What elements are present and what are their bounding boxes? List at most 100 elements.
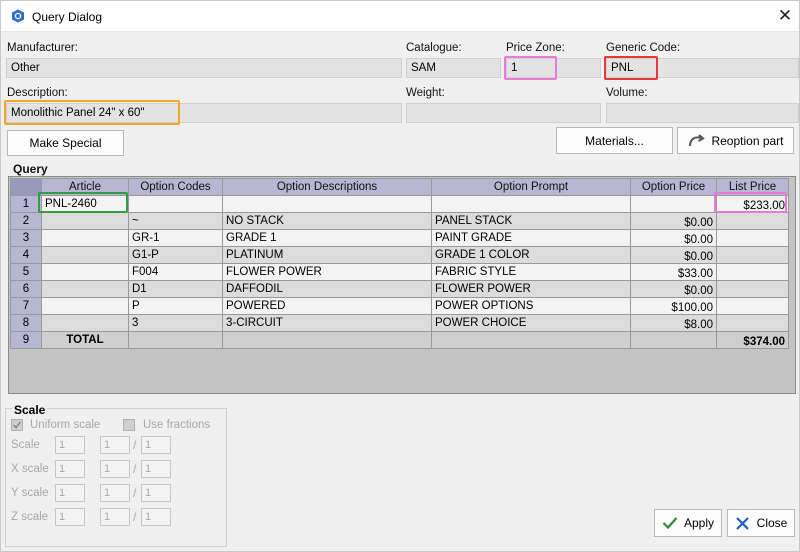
z-scale-input[interactable]: 1 xyxy=(55,508,85,526)
option-price-cell[interactable]: $8.00 xyxy=(630,314,717,332)
table-row[interactable]: 8 3 3-CIRCUIT POWER CHOICE $8.00 xyxy=(10,314,789,332)
price-zone-field[interactable]: 1 xyxy=(506,58,601,78)
y-scale-numerator-input[interactable]: 1 xyxy=(100,484,130,502)
scale-numerator-input[interactable]: 1 xyxy=(100,436,130,454)
col-header-list-price[interactable]: List Price xyxy=(716,178,789,196)
list-price-cell[interactable] xyxy=(716,280,789,298)
total-row: 9 TOTAL $374.00 xyxy=(10,331,789,349)
manufacturer-field[interactable]: Other xyxy=(6,58,402,78)
x-scale-numerator-input[interactable]: 1 xyxy=(100,460,130,478)
option-code-cell[interactable]: G1-P xyxy=(128,246,223,264)
article-cell[interactable]: PNL-2460 xyxy=(41,195,129,213)
option-prompt-cell[interactable]: FABRIC STYLE xyxy=(431,263,631,281)
article-cell[interactable] xyxy=(41,246,129,264)
make-special-button[interactable]: Make Special xyxy=(7,130,124,156)
x-scale-input[interactable]: 1 xyxy=(55,460,85,478)
article-cell[interactable] xyxy=(41,263,129,281)
option-price-cell[interactable] xyxy=(630,195,717,213)
uniform-scale-checkbox[interactable] xyxy=(11,419,23,431)
scale-denominator-input[interactable]: 1 xyxy=(141,436,171,454)
table-row[interactable]: 6 D1 DAFFODIL FLOWER POWER $0.00 xyxy=(10,280,789,298)
article-cell[interactable] xyxy=(41,280,129,298)
article-cell[interactable] xyxy=(41,314,129,332)
option-description-cell[interactable] xyxy=(222,195,432,213)
generic-code-field[interactable]: PNL xyxy=(606,58,799,78)
col-header-option-price[interactable]: Option Price xyxy=(630,178,717,196)
option-description-cell[interactable]: NO STACK xyxy=(222,212,432,230)
table-row[interactable]: 5 F004 FLOWER POWER FABRIC STYLE $33.00 xyxy=(10,263,789,281)
option-prompt-cell[interactable]: PAINT GRADE xyxy=(431,229,631,247)
option-description-cell[interactable]: PLATINUM xyxy=(222,246,432,264)
close-label: Close xyxy=(756,516,788,530)
col-header-option-prompt[interactable]: Option Prompt xyxy=(431,178,631,196)
list-price-cell[interactable]: $233.00 xyxy=(716,195,789,213)
price-zone-label: Price Zone: xyxy=(506,42,565,54)
option-prompt-cell[interactable]: POWER CHOICE xyxy=(431,314,631,332)
col-header-option-descriptions[interactable]: Option Descriptions xyxy=(222,178,432,196)
option-price-cell[interactable]: $0.00 xyxy=(630,229,717,247)
option-prompt-cell[interactable]: POWER OPTIONS xyxy=(431,297,631,315)
total-empty-cell xyxy=(630,331,717,349)
article-cell[interactable] xyxy=(41,297,129,315)
option-price-cell[interactable]: $0.00 xyxy=(630,246,717,264)
option-prompt-cell[interactable] xyxy=(431,195,631,213)
option-code-cell[interactable] xyxy=(128,195,223,213)
catalogue-field[interactable]: SAM xyxy=(406,58,501,78)
option-code-cell[interactable]: GR-1 xyxy=(128,229,223,247)
query-grid: Article Option Codes Option Descriptions… xyxy=(8,176,796,394)
z-scale-denominator-input[interactable]: 1 xyxy=(141,508,171,526)
option-prompt-cell[interactable]: FLOWER POWER xyxy=(431,280,631,298)
col-header-option-codes[interactable]: Option Codes xyxy=(128,178,223,196)
article-cell[interactable] xyxy=(41,229,129,247)
row-number: 8 xyxy=(10,314,42,332)
scale-input[interactable]: 1 xyxy=(55,436,85,454)
list-price-cell[interactable] xyxy=(716,212,789,230)
apply-button[interactable]: Apply xyxy=(654,509,722,537)
list-price-cell[interactable] xyxy=(716,229,789,247)
y-scale-input[interactable]: 1 xyxy=(55,484,85,502)
x-scale-denominator-input[interactable]: 1 xyxy=(141,460,171,478)
table-row[interactable]: 2 ~ NO STACK PANEL STACK $0.00 xyxy=(10,212,789,230)
list-price-cell[interactable] xyxy=(716,314,789,332)
description-field[interactable]: Monolithic Panel 24" x 60" xyxy=(6,103,402,123)
option-description-cell[interactable]: GRADE 1 xyxy=(222,229,432,247)
manufacturer-label: Manufacturer: xyxy=(7,42,78,54)
generic-code-label: Generic Code: xyxy=(606,42,681,54)
option-prompt-cell[interactable]: GRADE 1 COLOR xyxy=(431,246,631,264)
close-icon[interactable]: ✕ xyxy=(775,6,795,26)
option-price-cell[interactable]: $100.00 xyxy=(630,297,717,315)
col-header-article[interactable]: Article xyxy=(41,178,129,196)
option-price-cell[interactable]: $0.00 xyxy=(630,280,717,298)
table-row[interactable]: 3 GR-1 GRADE 1 PAINT GRADE $0.00 xyxy=(10,229,789,247)
close-button[interactable]: Close xyxy=(727,509,795,537)
row-number: 7 xyxy=(10,297,42,315)
volume-field[interactable] xyxy=(606,103,799,123)
table-row[interactable]: 1 PNL-2460 $233.00 xyxy=(10,195,789,213)
table-row[interactable]: 7 P POWERED POWER OPTIONS $100.00 xyxy=(10,297,789,315)
option-code-cell[interactable]: 3 xyxy=(128,314,223,332)
grid-corner xyxy=(10,178,42,196)
y-scale-denominator-input[interactable]: 1 xyxy=(141,484,171,502)
option-description-cell[interactable]: DAFFODIL xyxy=(222,280,432,298)
list-price-cell[interactable] xyxy=(716,297,789,315)
catalogue-label: Catalogue: xyxy=(406,42,462,54)
use-fractions-checkbox[interactable] xyxy=(123,419,135,431)
option-price-cell[interactable]: $33.00 xyxy=(630,263,717,281)
option-description-cell[interactable]: POWERED xyxy=(222,297,432,315)
list-price-cell[interactable] xyxy=(716,263,789,281)
article-cell[interactable] xyxy=(41,212,129,230)
weight-field[interactable] xyxy=(406,103,601,123)
z-scale-numerator-input[interactable]: 1 xyxy=(100,508,130,526)
option-code-cell[interactable]: ~ xyxy=(128,212,223,230)
option-price-cell[interactable]: $0.00 xyxy=(630,212,717,230)
option-code-cell[interactable]: P xyxy=(128,297,223,315)
materials-button[interactable]: Materials... xyxy=(556,127,673,154)
option-description-cell[interactable]: 3-CIRCUIT xyxy=(222,314,432,332)
reoption-part-button[interactable]: Reoption part xyxy=(677,127,794,154)
option-description-cell[interactable]: FLOWER POWER xyxy=(222,263,432,281)
option-code-cell[interactable]: F004 xyxy=(128,263,223,281)
option-code-cell[interactable]: D1 xyxy=(128,280,223,298)
table-row[interactable]: 4 G1-P PLATINUM GRADE 1 COLOR $0.00 xyxy=(10,246,789,264)
option-prompt-cell[interactable]: PANEL STACK xyxy=(431,212,631,230)
list-price-cell[interactable] xyxy=(716,246,789,264)
